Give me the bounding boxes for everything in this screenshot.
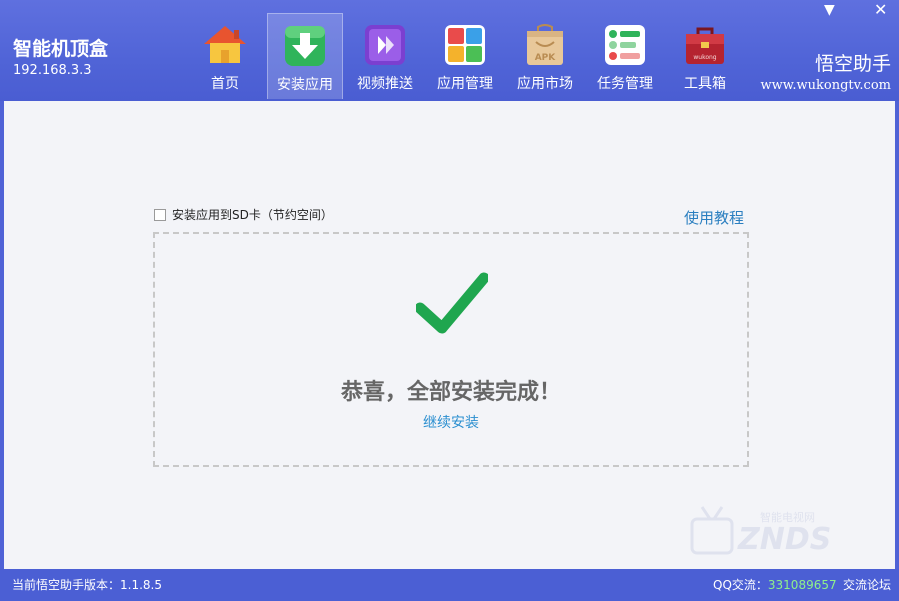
home-icon — [204, 26, 246, 63]
video-push-icon — [365, 25, 405, 65]
nav-label-video-push: 视频推送 — [357, 76, 413, 92]
checkmark-icon — [416, 272, 488, 334]
app-window: 智能机顶盒 192.168.3.3 ▼ ✕ 首页 安装应用 视频推送 应用管理 … — [0, 0, 899, 601]
header: 智能机顶盒 192.168.3.3 ▼ ✕ 首页 安装应用 视频推送 应用管理 … — [0, 0, 899, 101]
svg-text:智能电视网: 智能电视网 — [760, 510, 815, 524]
nav-label-toolbox: 工具箱 — [684, 76, 726, 92]
device-ip: 192.168.3.3 — [13, 63, 92, 78]
forum-link[interactable]: 交流论坛 — [843, 576, 891, 593]
nav-label-home: 首页 — [211, 76, 239, 92]
nav-label-app-manage: 应用管理 — [437, 76, 493, 92]
watermark-logo-icon: ZNDS 智能电视网 — [690, 506, 831, 557]
version-text: 当前悟空助手版本：1.1.8.5 — [12, 578, 162, 592]
qq-number: 331089657 — [767, 578, 837, 592]
brand: 智能机顶盒 192.168.3.3 — [13, 38, 108, 78]
svg-text:ZNDS: ZNDS — [737, 522, 831, 557]
nav-item-install[interactable]: 安装应用 — [267, 13, 343, 99]
svg-text:wukong: wukong — [693, 54, 716, 61]
window-border-right — [895, 101, 899, 569]
install-result-box: 恭喜，全部安装完成！ 继续安装 — [153, 232, 749, 467]
success-message: 恭喜，全部安装完成！ — [340, 380, 561, 405]
status-bar: 当前悟空助手版本：1.1.8.5 QQ交流：331089657 交流论坛 — [0, 569, 899, 601]
main-nav: 首页 安装应用 视频推送 应用管理 APK 应用市场 任务管理 wukong 工… — [187, 13, 747, 101]
svg-text:APK: APK — [535, 53, 557, 63]
install-panel: 安装应用到SD卡（节约空间） 使用教程 恭喜，全部安装完成！ 继续安装 ZNDS… — [4, 101, 895, 569]
site-url: www.wukongtv.com — [760, 78, 891, 93]
app-manage-icon — [445, 25, 485, 65]
sd-card-checkbox[interactable] — [154, 208, 166, 221]
nav-label-app-market: 应用市场 — [517, 76, 573, 92]
nav-item-app-manage[interactable]: 应用管理 — [427, 13, 503, 99]
close-icon[interactable]: ✕ — [874, 0, 887, 19]
qq-group: QQ交流：331089657 — [713, 576, 837, 593]
site-info: 悟空助手 www.wukongtv.com — [761, 52, 891, 93]
device-title: 智能机顶盒 — [13, 38, 109, 60]
minimize-icon[interactable]: ▼ — [824, 2, 835, 18]
site-name: 悟空助手 — [814, 53, 891, 75]
nav-label-task-manage: 任务管理 — [597, 76, 653, 92]
nav-item-app-market[interactable]: APK 应用市场 — [507, 13, 583, 99]
nav-item-video-push[interactable]: 视频推送 — [347, 13, 423, 99]
task-manage-icon — [605, 25, 645, 65]
sd-card-option[interactable]: 安装应用到SD卡（节约空间） — [154, 206, 333, 223]
install-icon — [285, 26, 325, 66]
qq-label: QQ交流： — [713, 578, 768, 592]
toolbox-icon: wukong — [686, 27, 724, 64]
tutorial-link[interactable]: 使用教程 — [684, 207, 744, 228]
continue-install-link[interactable]: 继续安装 — [155, 412, 747, 432]
apk-market-icon: APK — [527, 24, 563, 65]
nav-item-toolbox[interactable]: wukong 工具箱 — [667, 13, 743, 99]
nav-label-install: 安装应用 — [277, 77, 333, 93]
nav-item-home[interactable]: 首页 — [187, 13, 263, 99]
sd-card-option-label: 安装应用到SD卡（节约空间） — [172, 208, 333, 222]
nav-item-task-manage[interactable]: 任务管理 — [587, 13, 663, 99]
